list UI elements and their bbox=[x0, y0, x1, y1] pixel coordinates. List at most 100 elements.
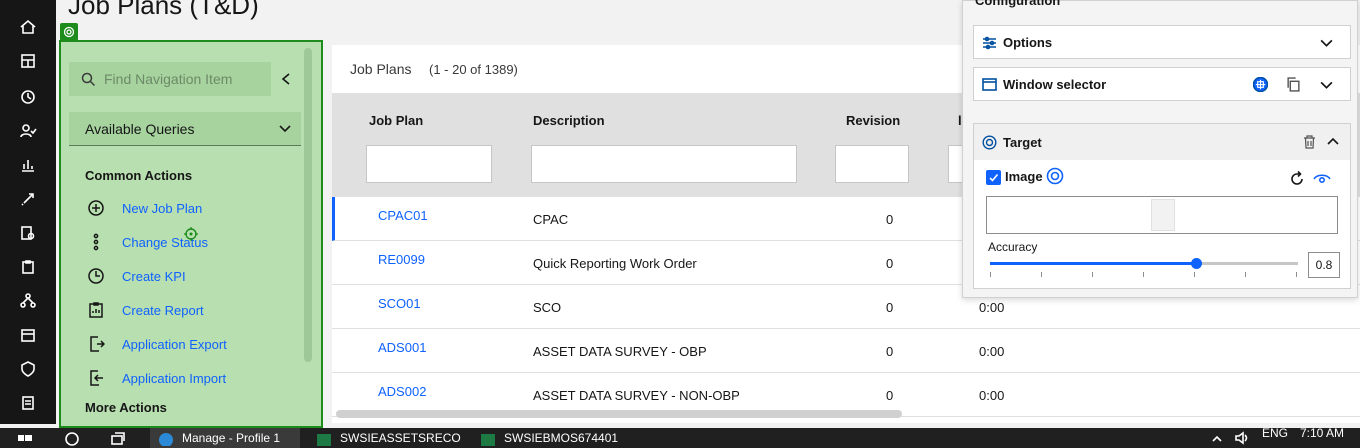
app-rail bbox=[0, 0, 56, 424]
taskbar-app-excel-1[interactable]: SWSIEASSETSRECO bbox=[316, 428, 461, 448]
chevron-down-icon[interactable] bbox=[1319, 35, 1334, 50]
description-cell: SCO bbox=[533, 300, 562, 315]
job-plan-link[interactable]: ADS002 bbox=[378, 384, 426, 399]
action-label: Application Import bbox=[122, 370, 227, 386]
target-label: Target bbox=[1003, 134, 1042, 150]
target-icon bbox=[982, 134, 997, 150]
more-actions-heading: More Actions bbox=[85, 400, 167, 415]
calendar-icon[interactable] bbox=[8, 320, 48, 350]
chevron-up-icon[interactable] bbox=[1326, 135, 1340, 149]
target-header[interactable]: Target bbox=[974, 124, 1350, 160]
job-plan-link[interactable]: CPAC01 bbox=[378, 208, 428, 223]
description-cell: ASSET DATA SURVEY - OBP bbox=[533, 344, 707, 359]
history-icon[interactable] bbox=[8, 82, 48, 112]
slider-handle[interactable] bbox=[1191, 258, 1203, 269]
filter-revision[interactable] bbox=[835, 145, 909, 183]
description-cell: ASSET DATA SURVEY - NON-OBP bbox=[533, 388, 740, 403]
refresh-icon[interactable] bbox=[1288, 170, 1306, 188]
target-marker-icon bbox=[60, 23, 78, 41]
collapse-panel-button[interactable] bbox=[275, 68, 297, 90]
target-picker-icon[interactable] bbox=[1046, 167, 1064, 185]
network-icon[interactable] bbox=[8, 286, 48, 316]
navigation-scrollbar[interactable] bbox=[304, 48, 312, 362]
image-checkbox[interactable] bbox=[986, 170, 1001, 185]
table-title: Job Plans bbox=[350, 61, 412, 77]
copy-icon[interactable] bbox=[1286, 77, 1301, 92]
receipt-icon[interactable] bbox=[8, 388, 48, 418]
task-view-icon[interactable] bbox=[110, 428, 126, 448]
revision-cell: 0 bbox=[886, 344, 894, 359]
slider-tick bbox=[1194, 272, 1195, 277]
language-indicator[interactable]: ENG bbox=[1262, 428, 1288, 443]
duration-cell: 0:00 bbox=[979, 344, 1005, 359]
filter-job-plan[interactable] bbox=[366, 145, 492, 183]
slider-tick bbox=[1041, 272, 1042, 277]
common-actions-heading: Common Actions bbox=[85, 168, 193, 183]
job-plan-link[interactable]: ADS001 bbox=[378, 340, 426, 355]
trash-icon[interactable] bbox=[1303, 135, 1316, 149]
horizontal-scrollbar[interactable] bbox=[336, 410, 902, 418]
description-cell: CPAC bbox=[533, 212, 569, 227]
slider-tick bbox=[1296, 272, 1297, 277]
action-application-export[interactable]: Application Export bbox=[85, 332, 227, 356]
job-plan-link[interactable]: RE0099 bbox=[378, 252, 425, 267]
accuracy-value-input[interactable]: 0.8 bbox=[1308, 252, 1340, 278]
navigation-search[interactable] bbox=[69, 62, 271, 96]
taskbar-app-label: SWSIEBMOS674401 bbox=[504, 431, 619, 445]
eye-icon[interactable] bbox=[1313, 170, 1331, 188]
available-queries-dropdown[interactable]: Available Queries bbox=[69, 112, 301, 146]
table-row[interactable]: ADS001 ASSET DATA SURVEY - OBP 0 0:00 bbox=[332, 329, 1360, 373]
search-icon bbox=[81, 72, 96, 86]
chevron-up-icon[interactable] bbox=[1212, 428, 1222, 448]
export-icon bbox=[85, 333, 107, 355]
shield-icon[interactable] bbox=[8, 354, 48, 384]
home-icon[interactable] bbox=[8, 12, 48, 42]
description-cell: Quick Reporting Work Order bbox=[533, 256, 697, 271]
preview-thumbnail bbox=[1151, 199, 1175, 231]
duration-cell: 0:00 bbox=[979, 388, 1005, 403]
search-icon[interactable] bbox=[64, 428, 80, 448]
checkmark-icon bbox=[989, 173, 999, 182]
job-plan-link[interactable]: SCO01 bbox=[378, 296, 421, 311]
action-application-import[interactable]: Application Import bbox=[85, 366, 226, 390]
windows-start-icon[interactable] bbox=[18, 428, 32, 448]
column-header-job-plan[interactable]: Job Plan bbox=[369, 113, 423, 128]
chevron-down-icon[interactable] bbox=[1319, 77, 1334, 92]
slider-tick bbox=[1092, 272, 1093, 277]
add-circle-icon bbox=[85, 197, 107, 219]
clock-icon bbox=[85, 265, 107, 287]
column-header-description[interactable]: Description bbox=[533, 113, 605, 128]
taskbar: Manage - Profile 1 SWSIEASSETSRECO SWSIE… bbox=[0, 428, 1360, 448]
column-header-revision[interactable]: Revision bbox=[846, 113, 900, 128]
slider-fill bbox=[990, 262, 1197, 265]
clock-time[interactable]: 7:10 AM bbox=[1300, 428, 1344, 443]
revision-cell: 0 bbox=[886, 212, 894, 227]
taskbar-app-label: Manage - Profile 1 bbox=[182, 431, 281, 445]
action-label: Create KPI bbox=[122, 268, 186, 284]
slider-tick bbox=[1245, 272, 1246, 277]
rocket-icon[interactable] bbox=[8, 184, 48, 214]
clipboard-report-icon bbox=[85, 299, 107, 321]
dashboard-icon[interactable] bbox=[8, 46, 48, 76]
element-picker-icon[interactable] bbox=[1253, 77, 1268, 92]
taskbar-app-excel-2[interactable]: SWSIEBMOS674401 bbox=[480, 428, 618, 448]
speaker-icon[interactable] bbox=[1234, 428, 1250, 448]
page-title: Job Plans (T&D) bbox=[68, 0, 259, 20]
action-create-kpi[interactable]: Create KPI bbox=[85, 264, 186, 288]
accuracy-label: Accuracy bbox=[988, 240, 1038, 254]
slider-tick bbox=[1143, 272, 1144, 277]
user-check-icon[interactable] bbox=[8, 116, 48, 146]
search-input[interactable] bbox=[104, 71, 264, 87]
action-create-report[interactable]: Create Report bbox=[85, 298, 204, 322]
sliders-icon bbox=[983, 36, 996, 49]
options-section[interactable]: Options bbox=[973, 25, 1351, 59]
search-doc-icon[interactable] bbox=[8, 218, 48, 248]
action-new-job-plan[interactable]: New Job Plan bbox=[85, 196, 202, 220]
taskbar-app-browser[interactable]: Manage - Profile 1 bbox=[150, 428, 300, 448]
filter-description[interactable] bbox=[531, 145, 797, 183]
accuracy-slider[interactable] bbox=[990, 258, 1298, 269]
chart-icon[interactable] bbox=[8, 150, 48, 180]
record-count: (1 - 20 of 1389) bbox=[429, 62, 518, 77]
window-selector-section[interactable]: Window selector bbox=[973, 67, 1351, 101]
clipboard-icon[interactable] bbox=[8, 252, 48, 282]
